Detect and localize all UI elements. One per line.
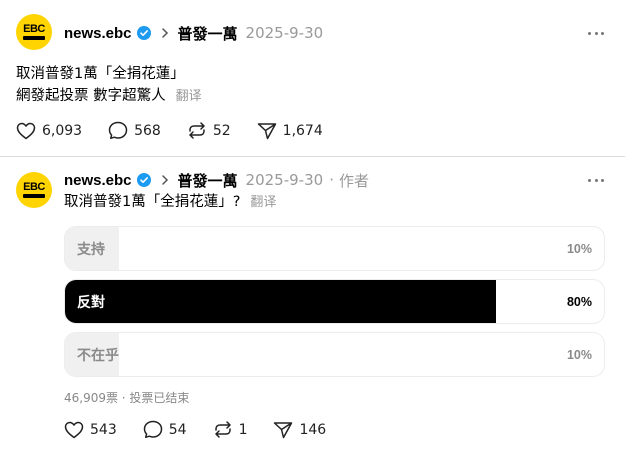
ebc-logo-text: EBC — [23, 181, 45, 193]
ebc-logo-bar — [23, 194, 45, 198]
reply-count: 568 — [134, 122, 161, 139]
post-text-line-1: 取消普發1萬「全捐花蓮」 — [16, 66, 185, 82]
more-icon[interactable] — [588, 32, 604, 36]
comment-icon — [143, 420, 162, 439]
action-bar: 543 54 1 146 — [64, 420, 352, 439]
poll-bar — [65, 280, 497, 323]
poll-option-support[interactable]: 支持 10% — [64, 226, 605, 271]
poll-option-dont-care[interactable]: 不在乎 10% — [64, 332, 605, 377]
topic-tag[interactable]: 普發一萬 — [178, 170, 238, 191]
share-icon — [257, 122, 276, 139]
topic-tag[interactable]: 普發一萬 — [178, 23, 238, 44]
post-header: news.ebc 普發一萬 2025-9-30 · 作者 — [64, 169, 369, 191]
poll-option-percent: 10% — [566, 241, 592, 256]
translate-link[interactable]: 翻译 — [176, 89, 202, 104]
repost-count: 52 — [212, 122, 231, 139]
poll-option-label: 不在乎 — [77, 347, 119, 364]
share-icon — [274, 421, 293, 438]
poll-meta: 46,909票 · 投票已结束 — [64, 391, 190, 405]
repost-icon — [189, 122, 205, 139]
share-button[interactable]: 146 — [273, 421, 326, 439]
post-header: news.ebc 普發一萬 2025-9-30 — [64, 22, 323, 44]
share-button[interactable]: 1,674 — [257, 122, 323, 140]
poll-option-percent: 80% — [566, 294, 592, 309]
post-date: 2025-9-30 — [245, 24, 324, 42]
post-text-line-2-wrap: 網發起投票 數字超驚人 翻译 — [16, 85, 202, 108]
post-text-wrap: 取消普發1萬「全捐花蓮」? 翻译 — [64, 191, 276, 214]
share-count: 146 — [299, 421, 327, 438]
username[interactable]: news.ebc — [64, 25, 132, 42]
poll-option-percent: 10% — [566, 347, 592, 362]
poll-option-label: 支持 — [77, 241, 105, 258]
translate-link[interactable]: 翻译 — [250, 195, 276, 210]
reply-count: 54 — [168, 421, 187, 438]
repost-icon — [214, 421, 231, 438]
like-count: 6,093 — [42, 122, 83, 139]
more-icon[interactable] — [588, 179, 604, 183]
share-count: 1,674 — [282, 122, 323, 139]
like-button[interactable]: 6,093 — [16, 122, 82, 140]
avatar[interactable]: EBC — [16, 172, 52, 208]
comment-icon — [108, 121, 128, 140]
heart-icon — [64, 421, 84, 438]
verified-badge-icon — [136, 173, 151, 187]
reply-button[interactable]: 568 — [108, 121, 161, 140]
username[interactable]: news.ebc — [64, 172, 132, 189]
author-tag: 作者 — [338, 171, 369, 190]
poll-option-oppose[interactable]: 反對 80% — [64, 279, 605, 324]
chevron-right-icon — [161, 174, 169, 186]
header-separator: · — [329, 171, 334, 189]
ebc-logo-bar — [23, 36, 45, 40]
verified-badge-icon — [136, 26, 151, 40]
action-bar: 6,093 568 52 1,674 — [16, 121, 349, 140]
post-text: 取消普發1萬「全捐花蓮」? — [64, 194, 241, 210]
heart-icon — [16, 122, 36, 139]
avatar[interactable]: EBC — [16, 14, 52, 50]
repost-count: 1 — [238, 421, 248, 438]
post-date: 2025-9-30 — [245, 171, 324, 189]
chevron-right-icon — [161, 27, 169, 39]
post-2: EBC news.ebc 普發一萬 2025-9-30 · 作者 取消普發1萬「… — [0, 157, 625, 455]
post-text-line-2: 網發起投票 數字超驚人 — [16, 88, 166, 104]
like-button[interactable]: 543 — [64, 421, 117, 439]
reply-button[interactable]: 54 — [143, 420, 187, 439]
poll-option-label: 反對 — [77, 294, 105, 311]
repost-button[interactable]: 52 — [187, 121, 231, 140]
like-count: 543 — [90, 421, 117, 438]
repost-button[interactable]: 1 — [213, 420, 248, 439]
post-1: EBC news.ebc 普發一萬 2025-9-30 取消普發1萬「全捐花蓮」… — [0, 0, 625, 157]
ebc-logo-text: EBC — [23, 23, 45, 35]
